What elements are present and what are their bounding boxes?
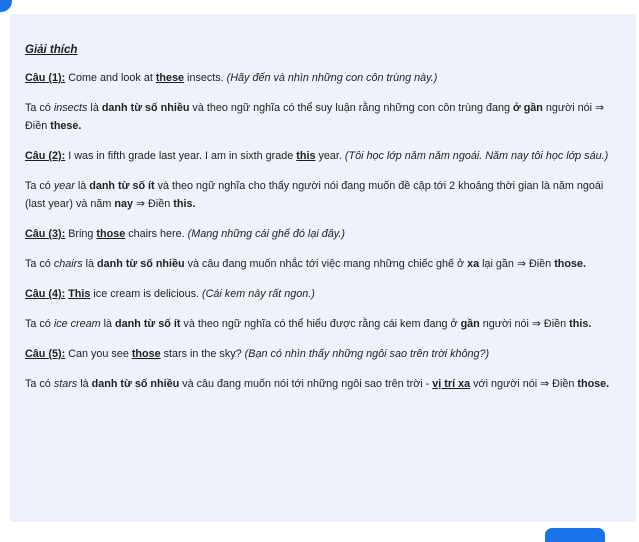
question-2-label: Câu (2): <box>25 150 66 162</box>
explanation-heading: Giải thích <box>25 44 78 56</box>
explanation-3-text: Ta có <box>25 258 54 270</box>
explanation-1-text: là <box>87 102 102 114</box>
bottom-action-button[interactable] <box>545 528 605 542</box>
explanation-4-noun: ice cream <box>53 318 101 330</box>
explanation-5: Ta có stars là danh từ số nhiều và câu đ… <box>25 375 622 393</box>
explanation-panel: Giải thích Câu (1): Come and look at the… <box>10 14 636 522</box>
question-1-answer-word: these <box>155 72 185 84</box>
question-1-label: Câu (1): <box>25 72 66 84</box>
question-3-label: Câu (3): <box>25 228 66 240</box>
explanation-2-text: ⇒ Điền <box>133 198 174 210</box>
explanation-3-noun-type: danh từ số nhiều <box>97 258 185 270</box>
question-4-label: Câu (4): <box>25 288 66 300</box>
question-1-translation: (Hãy đến và nhìn những con côn trùng này… <box>226 72 438 84</box>
question-1-text: Come and look at <box>65 72 156 84</box>
explanation-4-text: Ta có <box>25 318 54 330</box>
explanation-1: Ta có insects là danh từ số nhiều và the… <box>25 99 622 135</box>
explanation-1-noun-type: danh từ số nhiều <box>101 102 190 114</box>
question-5-translation: (Bạn có nhìn thấy những ngôi sao trên tr… <box>244 348 490 360</box>
question-5-text-end: stars in the sky? <box>160 348 245 360</box>
explanation-1-noun: insects <box>53 102 88 114</box>
question-3-translation: (Mang những cái ghế đó lại đây.) <box>187 228 345 240</box>
question-5-text: Can you see <box>65 348 132 360</box>
explanation-5-text: Ta có <box>25 378 54 390</box>
explanation-4-answer: this. <box>569 318 592 330</box>
explanation-2-noun: year <box>53 180 75 192</box>
explanation-1-keyword: ở gần <box>513 102 543 114</box>
question-2-answer-word: this <box>296 150 316 162</box>
explanation-4-keyword: gần <box>460 318 480 330</box>
question-2-translation: (Tôi học lớp năm năm ngoái. Năm nay tôi … <box>344 150 609 162</box>
question-5: Câu (5): Can you see those stars in the … <box>25 345 622 363</box>
explanation-4-text: và theo ngữ nghĩa có thể hiểu được rằng … <box>180 318 461 330</box>
explanation-2-text: Ta có <box>25 180 54 192</box>
explanation-2-text: là <box>74 180 90 192</box>
question-4-text-end: ice cream is delicious. <box>90 288 203 300</box>
explanation-1-text: Ta có <box>25 102 54 114</box>
explanation-1-text: và theo ngữ nghĩa có thể suy luận rằng n… <box>189 102 514 114</box>
question-2: Câu (2): I was in fifth grade last year.… <box>25 147 622 165</box>
explanation-3-noun: chairs <box>53 258 83 270</box>
explanation-5-answer: those. <box>577 378 610 390</box>
corner-badge <box>0 0 12 12</box>
explanation-2-noun-type: danh từ số ít <box>89 180 155 192</box>
question-2-text: I was in fifth grade last year. I am in … <box>65 150 297 162</box>
explanation-5-text: với người nói ⇒ Điền <box>470 378 578 390</box>
explanation-1-answer: these. <box>50 120 82 132</box>
explanation-2-keyword: nay <box>114 198 134 210</box>
explanation-3-keyword: xa <box>467 258 480 270</box>
explanation-3-text: và câu đang muốn nhắc tới việc mang nhữn… <box>184 258 468 270</box>
question-3-text: Bring <box>65 228 97 240</box>
explanation-3: Ta có chairs là danh từ số nhiều và câu … <box>25 255 622 273</box>
explanation-5-noun-type: danh từ số nhiều <box>91 378 180 390</box>
explanation-4-text: người nói ⇒ Điền <box>479 318 570 330</box>
explanation-4-noun-type: danh từ số ít <box>115 318 181 330</box>
explanation-2-answer: this. <box>173 198 196 210</box>
question-1-text-end: insects. <box>184 72 227 84</box>
explanation-5-text: và câu đang muốn nói tới những ngôi sao … <box>179 378 433 390</box>
explanation-5-text: là <box>77 378 92 390</box>
question-4-answer-word: This <box>68 288 91 300</box>
explanation-5-noun: stars <box>53 378 78 390</box>
explanation-3-answer: those. <box>554 258 586 270</box>
question-5-label: Câu (5): <box>25 348 66 360</box>
question-4-translation: (Cái kem này rất ngon.) <box>202 288 315 300</box>
question-1: Câu (1): Come and look at these insects.… <box>25 69 622 87</box>
question-2-text-end: year. <box>315 150 345 162</box>
explanation-2: Ta có year là danh từ số ít và theo ngữ … <box>25 177 622 213</box>
question-3-text-end: chairs here. <box>125 228 188 240</box>
explanation-4-text: là <box>100 318 116 330</box>
question-5-answer-word: those <box>131 348 161 360</box>
question-4: Câu (4): This ice cream is delicious. (C… <box>25 285 622 303</box>
question-3-answer-word: those <box>96 228 126 240</box>
explanation-4: Ta có ice cream là danh từ số ít và theo… <box>25 315 622 333</box>
question-3: Câu (3): Bring those chairs here. (Mang … <box>25 225 622 243</box>
explanation-5-keyword: vị trí xa <box>432 378 471 390</box>
explanation-3-text: lại gần ⇒ Điền <box>479 258 555 270</box>
explanation-3-text: là <box>82 258 98 270</box>
